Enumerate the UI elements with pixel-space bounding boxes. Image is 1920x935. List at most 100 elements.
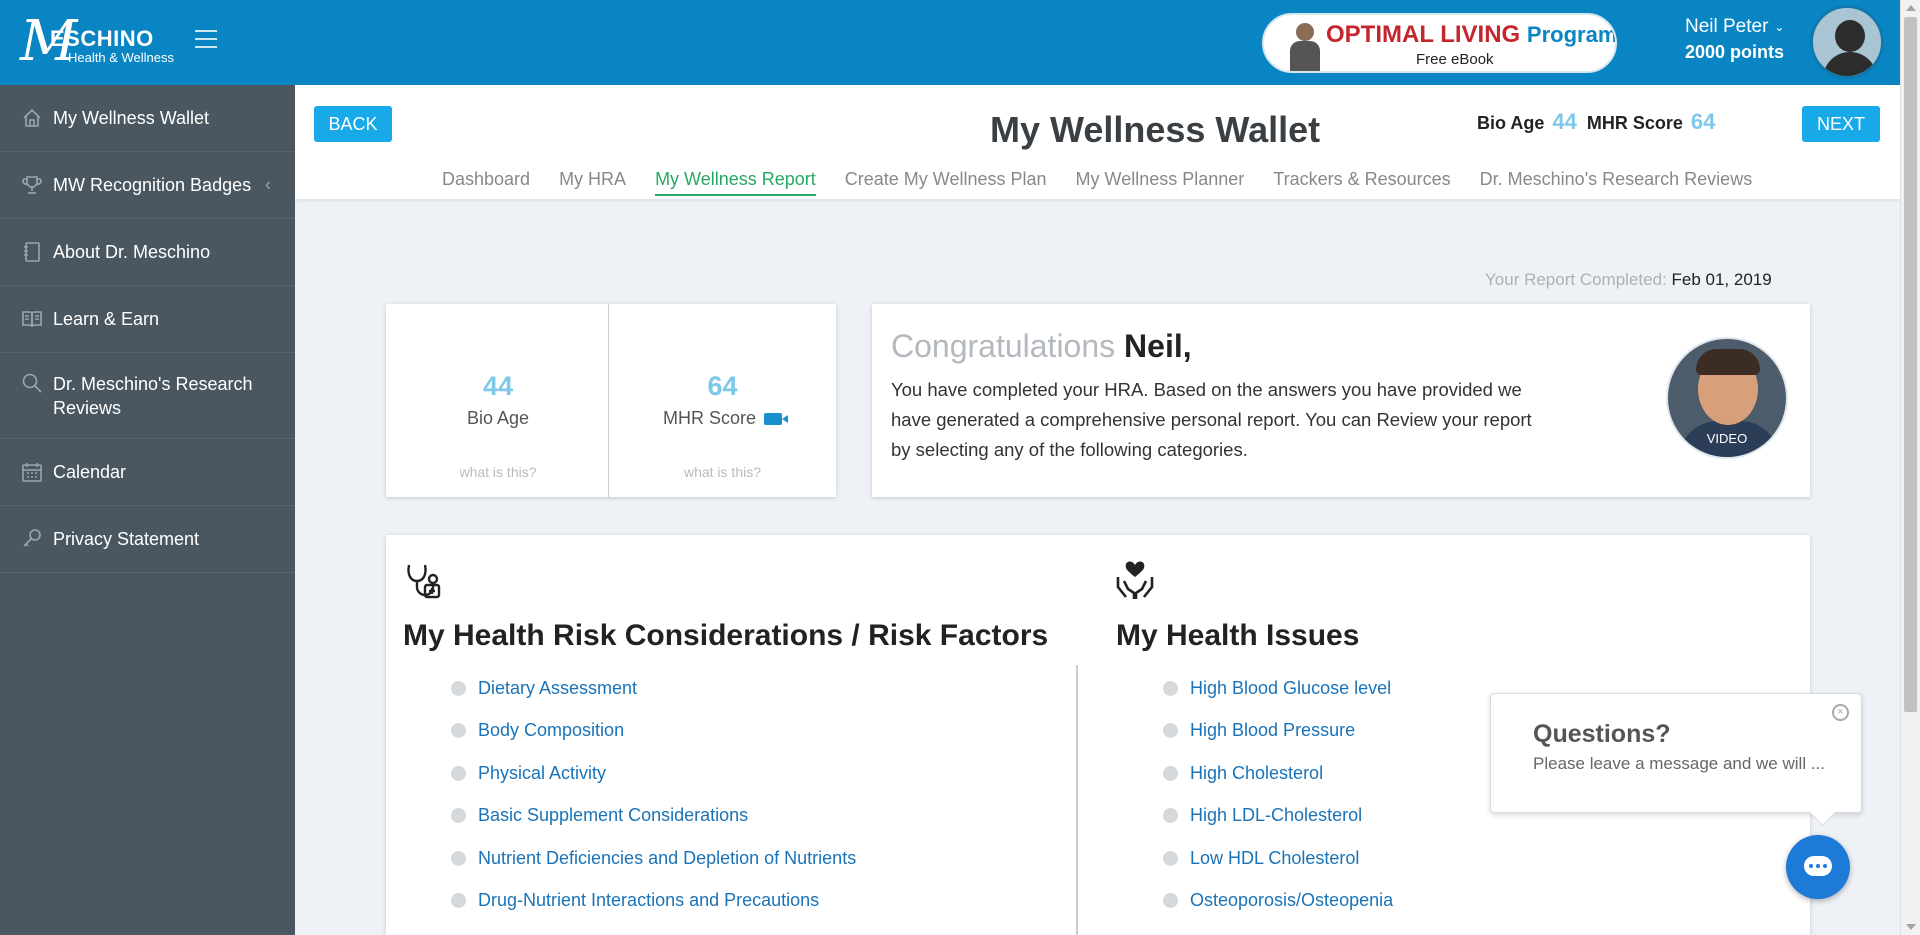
health-issues-list: High Blood Glucose level High Blood Pres… bbox=[1163, 667, 1393, 922]
mhr-score-caption: MHR Score bbox=[609, 408, 836, 429]
mhr-score-label: MHR Score bbox=[1586, 113, 1683, 133]
list-item[interactable]: High Blood Pressure bbox=[1163, 710, 1393, 753]
list-item[interactable]: Nutrient Deficiencies and Depletion of N… bbox=[451, 837, 856, 880]
page-scrollbar[interactable] bbox=[1900, 0, 1920, 935]
list-item-label: High Blood Glucose level bbox=[1190, 677, 1392, 698]
tab-dashboard[interactable]: Dashboard bbox=[442, 169, 530, 196]
report-completed-date: Feb 01, 2019 bbox=[1671, 270, 1772, 289]
back-button[interactable]: BACK bbox=[314, 106, 392, 142]
trophy-icon bbox=[21, 174, 43, 196]
column-divider bbox=[1076, 665, 1078, 935]
list-item-label: Low HDL Cholesterol bbox=[1190, 847, 1360, 868]
list-item[interactable]: Basic Supplement Considerations bbox=[451, 795, 856, 838]
tab-trackers-and-resources[interactable]: Trackers & Resources bbox=[1273, 169, 1450, 196]
bio-age-value: 44 bbox=[1552, 109, 1577, 134]
sidebar-item-mw-recognition-badges[interactable]: MW Recognition Badges ‹ bbox=[0, 152, 295, 219]
sidebar-item-label: Calendar bbox=[53, 462, 127, 482]
sidebar-item-learn-and-earn[interactable]: Learn & Earn bbox=[0, 286, 295, 353]
sidebar-item-about-dr-meschino[interactable]: About Dr. Meschino bbox=[0, 219, 295, 286]
sidebar-item-my-wellness-wallet[interactable]: My Wellness Wallet bbox=[0, 85, 295, 152]
video-camera-icon[interactable] bbox=[764, 413, 788, 426]
chat-popup[interactable]: Questions? Please leave a message and we… bbox=[1490, 693, 1862, 813]
mhr-score-value: 64 bbox=[1690, 109, 1716, 134]
list-item-label: High Blood Pressure bbox=[1190, 720, 1356, 741]
heart-hands-icon bbox=[1114, 559, 1156, 601]
page-title: My Wellness Wallet bbox=[990, 109, 1321, 150]
menu-toggle-icon[interactable] bbox=[195, 30, 217, 52]
meschino-logo[interactable]: M ESCHINO Health & Wellness bbox=[20, 12, 185, 72]
tab-research-reviews[interactable]: Dr. Meschino's Research Reviews bbox=[1480, 169, 1753, 196]
risk-factors-list: Dietary Assessment Body Composition Phys… bbox=[451, 667, 856, 922]
stats-card: 44 Bio Age what is this? 64 MHR Score wh… bbox=[386, 304, 836, 497]
list-item-label: Basic Supplement Considerations bbox=[478, 805, 749, 826]
key-icon bbox=[21, 528, 43, 550]
list-item-label: Dietary Assessment bbox=[478, 677, 638, 698]
home-icon bbox=[21, 107, 43, 129]
bullet-icon bbox=[451, 808, 466, 824]
chat-title: Questions? bbox=[1533, 720, 1671, 748]
tab-my-hra[interactable]: My HRA bbox=[559, 169, 626, 196]
mhr-score-caption-text: MHR Score bbox=[662, 408, 756, 428]
doctor-video-thumbnail[interactable]: VIDEO bbox=[1666, 337, 1788, 459]
list-item[interactable]: Dietary Assessment bbox=[451, 667, 856, 710]
promo-title-text: OPTIMAL LIVING bbox=[1326, 21, 1521, 48]
bio-age-number: 44 bbox=[482, 371, 514, 401]
tab-my-wellness-report[interactable]: My Wellness Report bbox=[655, 169, 816, 196]
sidebar-item-calendar[interactable]: Calendar bbox=[0, 439, 295, 506]
bullet-icon bbox=[1163, 680, 1178, 696]
bullet-icon bbox=[451, 765, 466, 781]
bio-age-what-is-this-link[interactable]: what is this? bbox=[386, 464, 610, 480]
list-item[interactable]: High Cholesterol bbox=[1163, 752, 1393, 795]
bio-age-label: Bio Age bbox=[1477, 113, 1545, 133]
promo-title-suffix: Program bbox=[1526, 22, 1617, 47]
bullet-icon bbox=[451, 723, 466, 739]
top-header: M ESCHINO Health & Wellness OPTIMAL LIVI… bbox=[0, 0, 1920, 85]
scroll-up-icon[interactable] bbox=[1906, 5, 1916, 11]
mhr-score-number: 64 bbox=[707, 371, 738, 401]
list-item[interactable]: Osteoporosis/Osteopenia bbox=[1163, 880, 1393, 923]
list-item-label: Physical Activity bbox=[478, 762, 607, 783]
sidebar-item-research-reviews[interactable]: Dr. Meschino's Research Reviews bbox=[0, 353, 295, 439]
bullet-icon bbox=[1163, 850, 1178, 866]
mhr-what-is-this-link[interactable]: what is this? bbox=[609, 464, 836, 480]
sidebar-item-label: My Wellness Wallet bbox=[53, 108, 210, 128]
bullet-icon bbox=[1163, 808, 1178, 824]
scroll-down-icon[interactable] bbox=[1906, 924, 1916, 930]
list-item-label: High Cholesterol bbox=[1190, 762, 1324, 783]
logo-brand: ESCHINO bbox=[50, 26, 154, 51]
promo-subtitle: Free eBook bbox=[1416, 51, 1494, 68]
avatar[interactable] bbox=[1810, 5, 1884, 79]
chat-bubble-icon[interactable] bbox=[1786, 835, 1850, 899]
congratulations-greeting: Congratulations bbox=[891, 328, 1116, 364]
list-item[interactable]: Drug-Nutrient Interactions and Precautio… bbox=[451, 880, 856, 923]
page-header-band: BACK My Wellness Wallet Bio Age 44 MHR Sco… bbox=[295, 85, 1900, 199]
list-item[interactable]: Physical Activity bbox=[451, 752, 856, 795]
close-icon[interactable]: × bbox=[1832, 704, 1849, 721]
sidebar-item-privacy-statement[interactable]: Privacy Statement bbox=[0, 506, 295, 573]
logo-tagline: Health & Wellness bbox=[68, 50, 174, 65]
tab-create-my-wellness-plan[interactable]: Create My Wellness Plan bbox=[845, 169, 1047, 196]
sidebar-item-label: MW Recognition Badges bbox=[53, 175, 252, 195]
next-button[interactable]: NEXT bbox=[1802, 106, 1880, 142]
user-menu[interactable]: Neil Peter ⌄ 2000 points bbox=[1685, 16, 1784, 63]
stethoscope-icon bbox=[403, 561, 445, 603]
sidebar-item-label: Privacy Statement bbox=[53, 529, 200, 549]
bullet-icon bbox=[1163, 723, 1178, 739]
scrollbar-thumb[interactable] bbox=[1904, 17, 1917, 712]
sidebar-item-label: About Dr. Meschino bbox=[53, 242, 211, 262]
list-item[interactable]: Low HDL Cholesterol bbox=[1163, 837, 1393, 880]
section-tabs: Dashboard My HRA My Wellness Report Crea… bbox=[442, 169, 1752, 196]
list-item-label: High LDL-Cholesterol bbox=[1190, 805, 1363, 826]
chevron-left-icon: ‹ bbox=[265, 174, 271, 195]
optimal-living-promo-banner[interactable]: OPTIMAL LIVING Program Free eBook bbox=[1262, 13, 1617, 73]
list-item[interactable]: Body Composition bbox=[451, 710, 856, 753]
congratulations-name: Neil, bbox=[1124, 328, 1192, 364]
tab-my-wellness-planner[interactable]: My Wellness Planner bbox=[1076, 169, 1245, 196]
list-item[interactable]: High LDL-Cholesterol bbox=[1163, 795, 1393, 838]
list-item-label: Nutrient Deficiencies and Depletion of N… bbox=[478, 847, 857, 868]
bio-age-stat: 44 Bio Age what is this? bbox=[386, 304, 610, 497]
bio-age-caption: Bio Age bbox=[466, 408, 530, 428]
bullet-icon bbox=[1163, 765, 1178, 781]
list-item[interactable]: High Blood Glucose level bbox=[1163, 667, 1393, 710]
report-completed-label: Your Report Completed: bbox=[1485, 270, 1667, 289]
